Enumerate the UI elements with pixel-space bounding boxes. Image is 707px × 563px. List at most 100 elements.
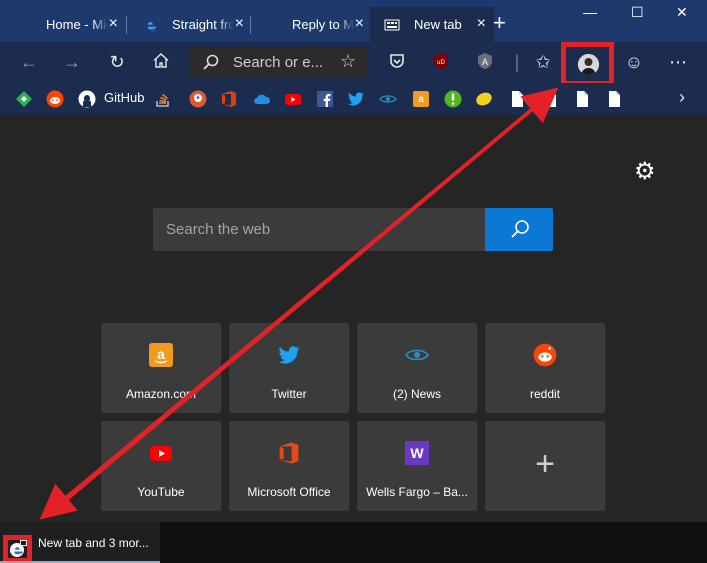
tab-strip: Home - Microsoft Store × Straight from M… xyxy=(0,0,707,42)
feedback-smiley-icon[interactable]: ☺ xyxy=(624,52,644,72)
edge-logo-icon xyxy=(10,540,27,557)
wells-fargo-letter: W xyxy=(410,445,424,461)
new-tab-page: ⚙ Search the web a Amazon.com Twitter (2… xyxy=(0,115,707,522)
search-icon xyxy=(511,220,529,238)
taskbar: New tab and 3 mor... xyxy=(0,522,707,563)
tile-label: Wells Fargo – Ba... xyxy=(366,485,468,499)
avatar[interactable] xyxy=(578,54,599,75)
web-search-button[interactable] xyxy=(485,208,553,251)
taskbar-edge-button[interactable]: New tab and 3 mor... xyxy=(0,522,160,563)
favorites-list-icon[interactable]: ✩ xyxy=(533,52,553,72)
top-site-tile-twitter[interactable]: Twitter xyxy=(229,323,349,413)
top-site-tile-amazon[interactable]: a Amazon.com xyxy=(101,323,221,413)
stack-overflow-icon[interactable] xyxy=(154,90,172,108)
reddit-icon xyxy=(533,343,557,367)
favorites-bar: GitHub a › xyxy=(0,83,707,115)
close-icon[interactable]: × xyxy=(477,16,486,32)
browser-window: Home - Microsoft Store × Straight from M… xyxy=(0,0,707,563)
new-tab-plus-icon[interactable]: + xyxy=(493,12,506,34)
edge-logo-icon xyxy=(142,17,158,33)
page-icon[interactable] xyxy=(541,90,559,108)
more-options-icon[interactable]: ⋯ xyxy=(668,52,688,72)
tab-reply-to-message[interactable]: Reply to Message × xyxy=(248,7,372,42)
tab-new-tab[interactable]: New tab × xyxy=(370,7,494,42)
top-site-tile-microsoft-office[interactable]: Microsoft Office xyxy=(229,421,349,511)
reddit-icon[interactable] xyxy=(46,90,64,108)
exclamation-icon[interactable] xyxy=(444,90,462,108)
window-close-icon[interactable]: ✕ xyxy=(676,4,688,21)
pocket-icon[interactable] xyxy=(387,52,407,72)
new-tab-page-icon xyxy=(384,17,400,33)
close-icon[interactable]: × xyxy=(109,16,118,32)
tile-label: Twitter xyxy=(271,387,307,401)
twitter-icon[interactable] xyxy=(347,90,365,108)
toolbar-divider: | xyxy=(514,52,520,72)
taskbar-label: New tab and 3 mor... xyxy=(38,536,149,550)
tab-title: Home - Microsoft Store xyxy=(46,17,108,32)
minimize-icon[interactable]: — xyxy=(583,4,597,20)
tile-label: YouTube xyxy=(137,485,185,499)
tab-title: Reply to Message xyxy=(292,17,354,32)
microsoft-logo-icon xyxy=(16,17,32,33)
bookmark-github-label[interactable]: GitHub xyxy=(104,90,144,105)
tab-straight-from-microsoft[interactable]: Straight from Microsoft × xyxy=(128,7,252,42)
close-icon[interactable]: × xyxy=(235,16,244,32)
amazon-icon[interactable]: a xyxy=(412,90,430,108)
tile-label: Microsoft Office xyxy=(247,485,331,499)
ublock-origin-icon[interactable]: uD xyxy=(431,52,451,72)
lemon-icon[interactable] xyxy=(475,90,493,108)
tile-label: Amazon.com xyxy=(125,387,197,401)
top-site-tile-youtube[interactable]: YouTube xyxy=(101,421,221,511)
back-arrow-icon[interactable]: ← xyxy=(19,52,39,72)
youtube-icon[interactable] xyxy=(284,90,302,108)
search-icon xyxy=(202,53,220,76)
tab-title: Straight from Microsoft xyxy=(172,17,234,32)
plus-icon: + xyxy=(535,445,555,483)
page-icon[interactable] xyxy=(573,90,591,108)
news-eye-icon xyxy=(405,349,429,361)
top-site-tile-wells-fargo[interactable]: W Wells Fargo – Ba... xyxy=(357,421,477,511)
page-icon[interactable] xyxy=(508,90,526,108)
news-eye-icon[interactable] xyxy=(379,90,397,108)
home-icon[interactable] xyxy=(151,52,171,72)
refresh-icon[interactable]: ↻ xyxy=(107,52,127,72)
svg-text:a: a xyxy=(418,94,424,105)
top-site-tile-news[interactable]: (2) News xyxy=(357,323,477,413)
feedly-icon[interactable] xyxy=(15,90,33,108)
tab-divider xyxy=(126,16,127,34)
facebook-icon[interactable] xyxy=(316,90,334,108)
github-icon[interactable] xyxy=(78,90,96,108)
address-bar[interactable]: Search or e... ☆ xyxy=(190,47,368,78)
taskbar-icon-highlight xyxy=(3,535,32,563)
search-placeholder: Search the web xyxy=(166,221,271,238)
tab-title: New tab xyxy=(414,17,462,32)
settings-gear-icon[interactable]: ⚙ xyxy=(634,157,656,186)
chevron-right-icon[interactable]: › xyxy=(672,87,692,107)
youtube-icon xyxy=(150,446,172,461)
wells-fargo-icon: W xyxy=(405,441,429,465)
maximize-icon[interactable]: ☐ xyxy=(631,4,644,21)
tab-microsoft-store[interactable]: Home - Microsoft Store × xyxy=(2,7,126,42)
duckduckgo-icon[interactable] xyxy=(189,90,207,108)
web-search-input[interactable]: Search the web xyxy=(153,208,485,251)
address-input[interactable]: Search or e... xyxy=(233,54,323,71)
toolbar: ← → ↻ Search or e... ☆ uD A | ✩ ☺ ⋯ xyxy=(0,42,707,86)
forward-arrow-icon[interactable]: → xyxy=(62,52,82,72)
close-icon[interactable]: × xyxy=(355,16,364,32)
svg-text:A: A xyxy=(482,57,488,67)
tile-label: (2) News xyxy=(392,387,441,401)
amazon-icon: a xyxy=(149,343,173,367)
top-site-tile-reddit[interactable]: reddit xyxy=(485,323,605,413)
favorite-star-icon[interactable]: ☆ xyxy=(340,51,356,72)
add-site-tile[interactable]: + xyxy=(485,421,605,511)
profile-button-highlight[interactable] xyxy=(561,42,614,86)
svg-text:a: a xyxy=(157,346,165,362)
office-icon[interactable] xyxy=(220,90,238,108)
onedrive-icon[interactable] xyxy=(253,90,271,108)
svg-text:uD: uD xyxy=(437,60,445,66)
page-icon[interactable] xyxy=(605,90,623,108)
microsoft-logo-icon xyxy=(262,17,278,33)
tile-label: reddit xyxy=(529,387,561,401)
office-icon xyxy=(279,442,299,464)
brave-shield-icon[interactable]: A xyxy=(475,52,495,72)
